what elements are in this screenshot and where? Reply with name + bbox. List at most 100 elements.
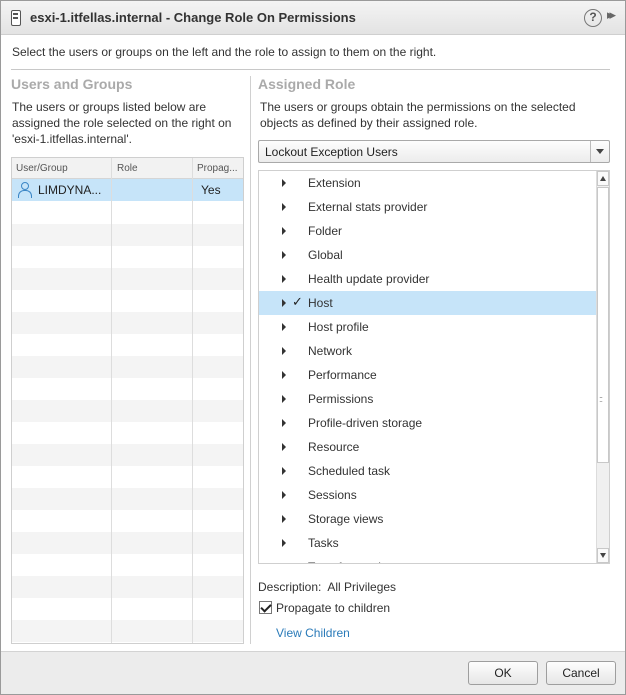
- column-header-role[interactable]: Role: [117, 163, 138, 174]
- expand-arrow-icon[interactable]: [282, 515, 286, 523]
- tree-item[interactable]: Sessions: [259, 483, 597, 507]
- tree-item[interactable]: Scheduled task: [259, 459, 597, 483]
- table-row: [12, 488, 243, 510]
- chevron-down-icon[interactable]: [590, 141, 609, 162]
- role-select[interactable]: Lockout Exception Users: [258, 140, 610, 163]
- tree-item[interactable]: Tasks: [259, 531, 597, 555]
- users-groups-description: The users or groups listed below are ass…: [12, 99, 231, 147]
- tree-item-label: Host profile: [308, 320, 369, 334]
- propagate-cell: Yes: [201, 183, 221, 197]
- expand-arrow-icon[interactable]: [282, 395, 286, 403]
- view-children-link[interactable]: View Children: [276, 626, 350, 640]
- expand-arrow-icon[interactable]: [282, 299, 286, 307]
- host-icon: [11, 10, 21, 26]
- table-row: [12, 400, 243, 422]
- tree-item[interactable]: Resource: [259, 435, 597, 459]
- expand-arrow-icon[interactable]: [282, 323, 286, 331]
- expand-arrow-icon[interactable]: [282, 347, 286, 355]
- scroll-down-icon[interactable]: [597, 548, 609, 563]
- propagate-label[interactable]: Propagate to children: [276, 601, 390, 615]
- intro-text: Select the users or groups on the left a…: [12, 45, 437, 59]
- help-icon[interactable]: ?: [584, 9, 602, 27]
- scroll-up-icon[interactable]: [597, 171, 609, 186]
- users-groups-title: Users and Groups: [11, 76, 133, 92]
- tree-item-label: Resource: [308, 440, 360, 454]
- title-bar[interactable]: esxi-1.itfellas.internal - Change Role O…: [1, 1, 625, 35]
- description-line: objects as defined by their assigned rol…: [260, 116, 478, 130]
- tree-item-label: Network: [308, 344, 353, 358]
- propagate-checkbox[interactable]: [259, 601, 272, 614]
- expand-arrow-icon[interactable]: [282, 539, 286, 547]
- users-grid: LIMDYNA... Yes User/Group Role Propag...: [11, 157, 244, 644]
- tree-item[interactable]: Folder: [259, 219, 597, 243]
- expand-arrow-icon[interactable]: [282, 203, 286, 211]
- scroll-thumb[interactable]: ::: [597, 187, 609, 463]
- tree-item[interactable]: Global: [259, 243, 597, 267]
- tree-item[interactable]: ✓ Host: [259, 291, 597, 315]
- tree-item-label: Tasks: [308, 536, 339, 550]
- tree-item[interactable]: Network: [259, 339, 597, 363]
- role-select-value: Lockout Exception Users: [265, 145, 398, 159]
- description-line: The users or groups listed below are: [12, 100, 207, 114]
- expand-arrow-icon[interactable]: [282, 275, 286, 283]
- description-line: assigned the role selected on the right …: [12, 116, 232, 130]
- column-header-user[interactable]: User/Group: [16, 163, 68, 174]
- column-header-propagate[interactable]: Propag...: [197, 163, 238, 174]
- panel-divider: [250, 76, 251, 644]
- table-row: [12, 444, 243, 466]
- tree-item[interactable]: Permissions: [259, 387, 597, 411]
- tree-item-label: Permissions: [308, 392, 374, 406]
- grip-icon: ::: [599, 394, 603, 404]
- tree-item[interactable]: External stats provider: [259, 195, 597, 219]
- ok-button[interactable]: OK: [468, 661, 538, 685]
- grid-header: User/Group Role Propag...: [12, 158, 243, 179]
- role-description: Description: All Privileges: [258, 580, 396, 594]
- table-row: [12, 268, 243, 290]
- column-divider[interactable]: [192, 158, 193, 643]
- tree-item-label: Extension: [308, 176, 361, 190]
- tree-item-label: Performance: [308, 368, 377, 382]
- privilege-tree[interactable]: Extension External stats provider Folder Gl…: [258, 170, 610, 564]
- tree-item-label: Sessions: [308, 488, 357, 502]
- change-role-dialog: esxi-1.itfellas.internal - Change Role O…: [0, 0, 626, 695]
- expand-arrow-icon[interactable]: [282, 419, 286, 427]
- tree-item[interactable]: Transfer service: [259, 555, 597, 564]
- description-line: The users or groups obtain the permissio…: [260, 100, 576, 114]
- table-row: [12, 356, 243, 378]
- table-row: [12, 620, 243, 642]
- table-row: [12, 312, 243, 334]
- tree-item[interactable]: Host profile: [259, 315, 597, 339]
- tree-item[interactable]: Extension: [259, 171, 597, 195]
- tree-item-label: Transfer service: [308, 560, 394, 563]
- user-row-selected[interactable]: LIMDYNA... Yes: [12, 179, 243, 201]
- description-label: Description:: [258, 580, 322, 594]
- table-row: [12, 532, 243, 554]
- expand-arrow-icon[interactable]: [282, 443, 286, 451]
- assigned-role-description: The users or groups obtain the permissio…: [260, 99, 576, 131]
- column-divider[interactable]: [111, 158, 112, 643]
- cancel-button[interactable]: Cancel: [546, 661, 616, 685]
- tree-item[interactable]: Profile-driven storage: [259, 411, 597, 435]
- expand-arrow-icon[interactable]: [282, 179, 286, 187]
- table-row: [12, 224, 243, 246]
- tree-item[interactable]: Storage views: [259, 507, 597, 531]
- expand-icon[interactable]: ▸▸: [607, 7, 616, 23]
- expand-arrow-icon[interactable]: [282, 491, 286, 499]
- expand-arrow-icon[interactable]: [282, 227, 286, 235]
- expand-arrow-icon[interactable]: [282, 563, 286, 564]
- description-line: 'esxi-1.itfellas.internal'.: [12, 132, 132, 146]
- expand-arrow-icon[interactable]: [282, 251, 286, 259]
- description-value: All Privileges: [327, 580, 397, 594]
- tree-item-label: Health update provider: [308, 272, 430, 286]
- dialog-title: esxi-1.itfellas.internal - Change Role O…: [30, 10, 356, 25]
- user-cell: LIMDYNA...: [38, 183, 102, 197]
- tree-item[interactable]: Health update provider: [259, 267, 597, 291]
- tree-item[interactable]: Performance: [259, 363, 597, 387]
- checkmark-icon: ✓: [292, 294, 303, 309]
- user-icon: [18, 182, 32, 198]
- tree-scrollbar[interactable]: ::: [596, 171, 609, 563]
- tree-item-label: Profile-driven storage: [308, 416, 423, 430]
- tree-item-label: Folder: [308, 224, 343, 238]
- expand-arrow-icon[interactable]: [282, 371, 286, 379]
- expand-arrow-icon[interactable]: [282, 467, 286, 475]
